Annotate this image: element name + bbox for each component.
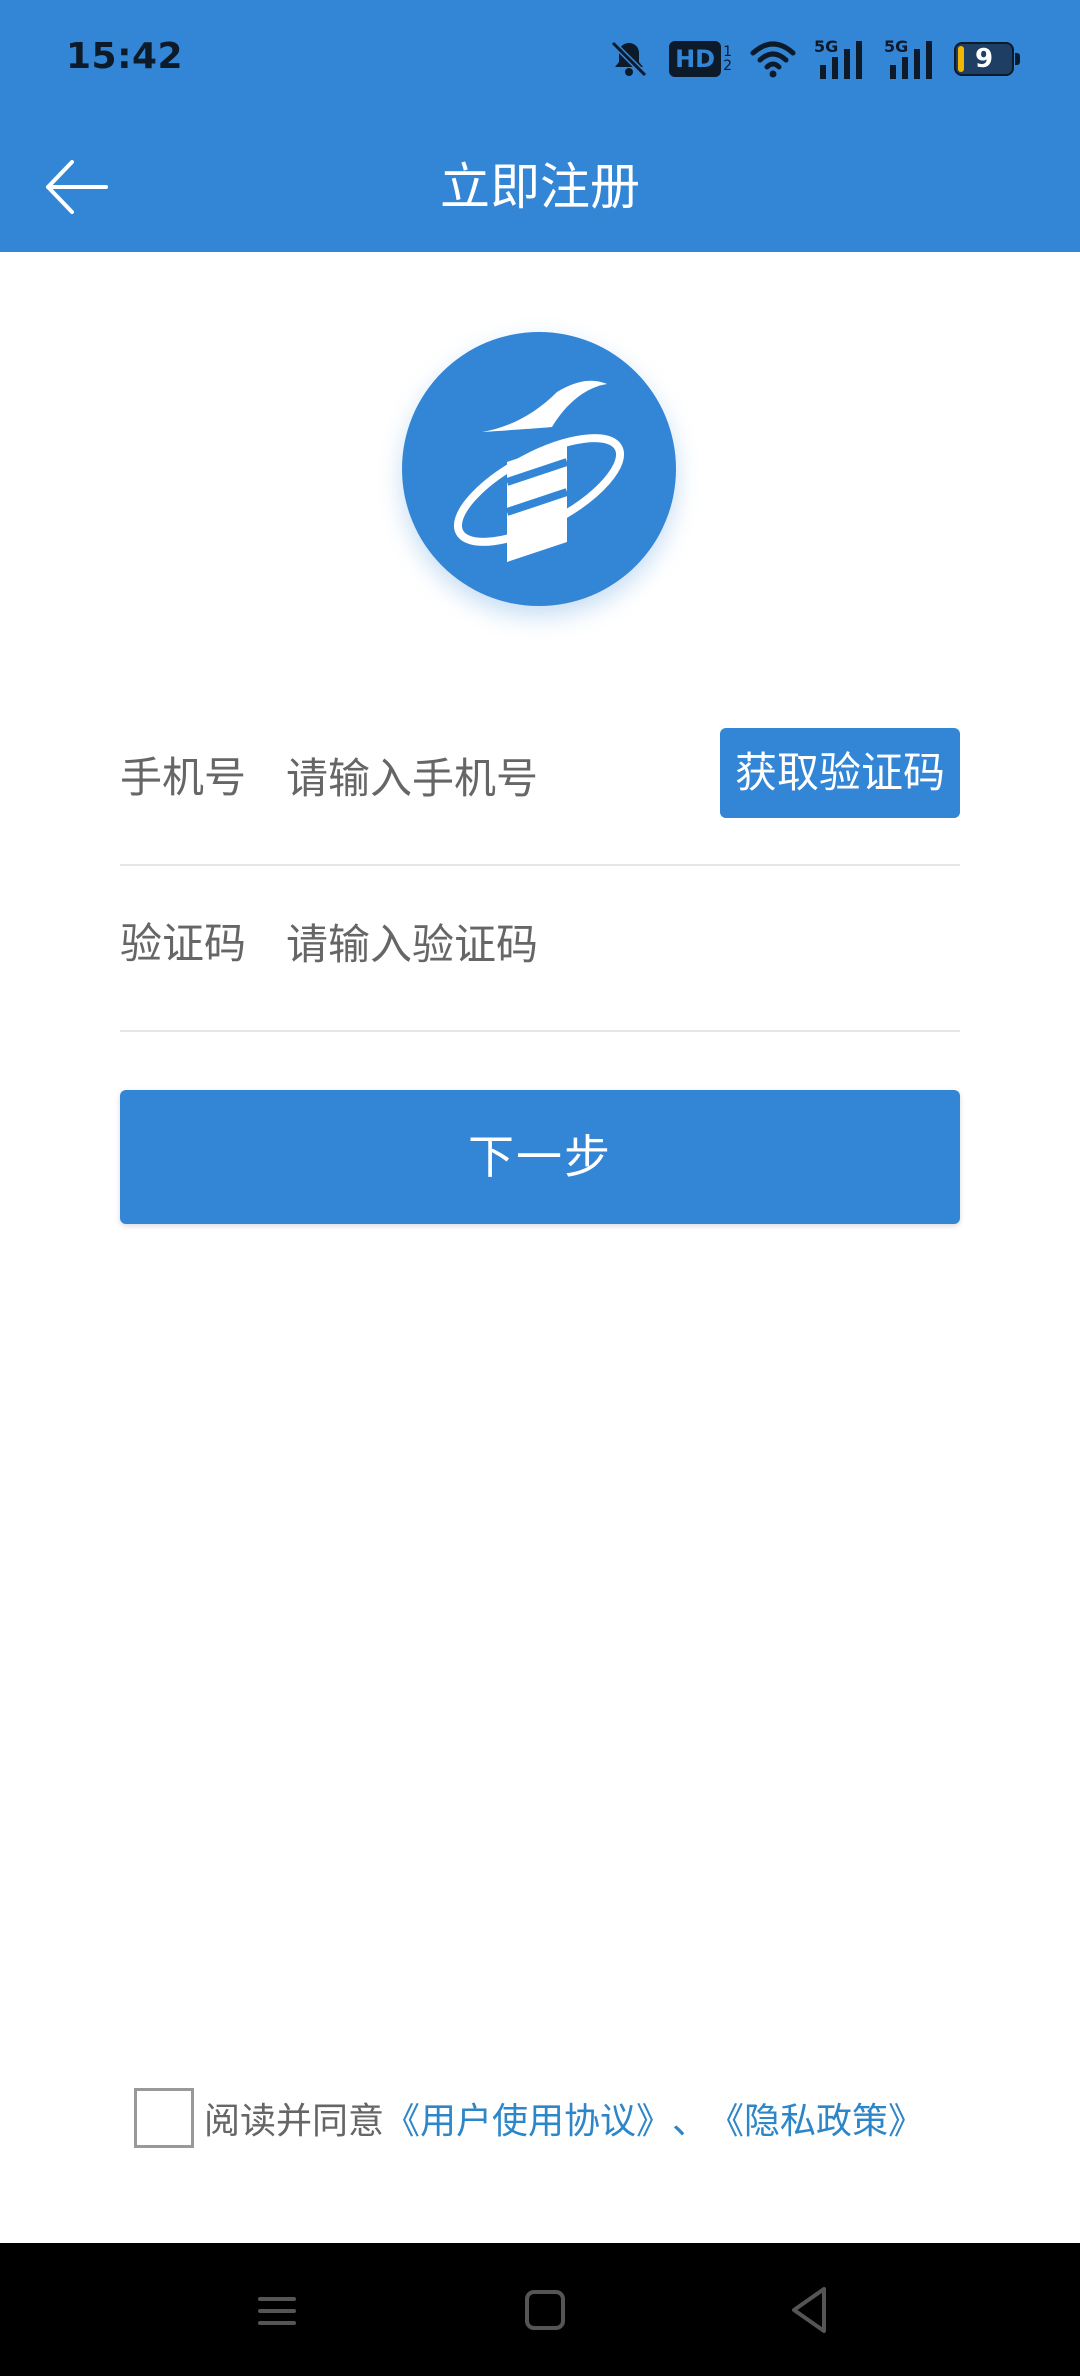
register-form: 手机号 获取验证码 验证码	[120, 720, 960, 1032]
agreement-separator: 、	[672, 2101, 709, 2142]
top-bar: 15:42 HD 12 5G 5G 9 立即注册	[0, 0, 1080, 252]
page-title: 立即注册	[440, 158, 640, 216]
phone-row: 手机号 获取验证码	[120, 720, 960, 866]
agreement-prefix: 阅读并同意	[204, 2101, 385, 2142]
status-time: 15:42	[66, 36, 184, 77]
signal-5g-icon: 5G	[884, 37, 936, 81]
menu-nav-button[interactable]	[242, 2275, 312, 2345]
app-logo-icon	[453, 380, 625, 562]
back-triangle-icon	[792, 2287, 826, 2333]
menu-icon	[258, 2297, 296, 2325]
signal-5g-icon: 5G	[814, 37, 866, 81]
code-input[interactable]	[286, 914, 766, 974]
system-nav-bar	[0, 2243, 1080, 2376]
privacy-policy-link[interactable]: 《隐私政策》	[708, 2092, 924, 2144]
phone-input[interactable]	[286, 748, 766, 808]
home-square-icon	[525, 2290, 565, 2330]
mute-bell-icon	[607, 37, 651, 81]
back-nav-button[interactable]	[774, 2275, 844, 2345]
user-agreement-link[interactable]: 《用户使用协议》	[384, 2092, 672, 2144]
home-nav-button[interactable]	[510, 2275, 580, 2345]
code-row: 验证码	[120, 866, 960, 1032]
code-label: 验证码	[120, 919, 247, 968]
agreement: 阅读并同意 《用户使用协议》 、 《隐私政策》	[134, 2086, 924, 2150]
wifi-icon	[750, 39, 796, 79]
battery-icon: 9	[954, 42, 1020, 76]
status-icons: HD 12 5G 5G 9	[607, 34, 1020, 84]
agreement-checkbox[interactable]	[134, 2088, 194, 2148]
get-code-button[interactable]: 获取验证码	[720, 728, 960, 818]
hd-icon: HD 12	[669, 41, 732, 77]
next-step-button[interactable]: 下一步	[120, 1090, 960, 1224]
app-logo	[402, 332, 676, 606]
phone-label: 手机号	[120, 753, 247, 802]
